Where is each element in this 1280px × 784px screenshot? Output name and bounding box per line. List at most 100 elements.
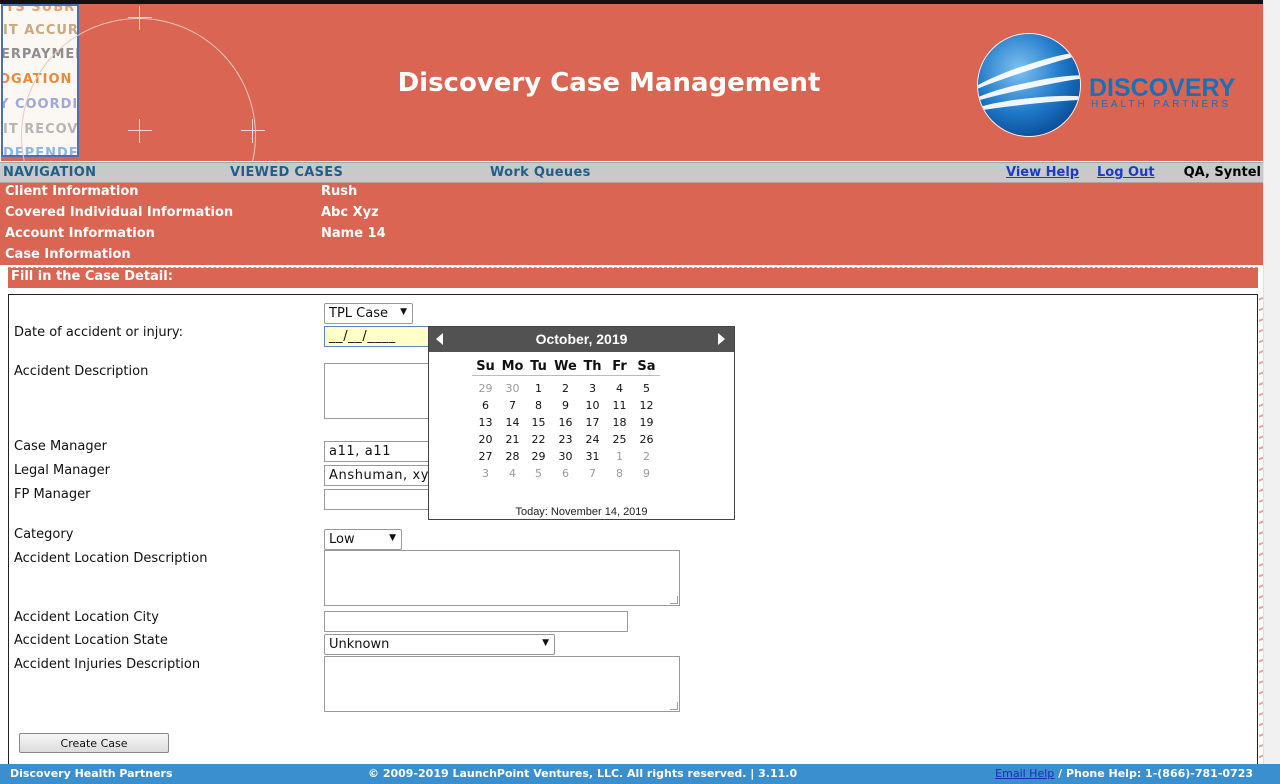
calendar-weekday: Tu: [525, 359, 552, 376]
calendar-day[interactable]: 12: [633, 399, 660, 412]
calendar-day[interactable]: 24: [579, 433, 606, 446]
create-case-button[interactable]: Create Case: [19, 733, 169, 753]
calendar-today-link[interactable]: Today: November 14, 2019: [429, 506, 734, 518]
case-manager-input[interactable]: a11, a11: [324, 441, 430, 462]
injuries-description-label: Accident Injuries Description: [14, 657, 201, 672]
date-of-accident-input[interactable]: __/__/____: [324, 326, 430, 347]
accident-description-textarea[interactable]: [324, 363, 430, 419]
nav-navigation[interactable]: NAVIGATION: [3, 165, 96, 180]
chevron-down-icon: ▼: [542, 638, 549, 648]
chevron-down-icon: ▼: [400, 307, 407, 317]
email-help-link[interactable]: Email Help: [995, 767, 1054, 780]
calendar-day[interactable]: 14: [499, 416, 526, 429]
calendar-day[interactable]: 13: [472, 416, 499, 429]
category-select[interactable]: Low ▼: [324, 529, 402, 550]
calendar-day[interactable]: 19: [633, 416, 660, 429]
calendar-day[interactable]: 10: [579, 399, 606, 412]
case-type-select[interactable]: TPL Case ▼: [324, 303, 413, 324]
category-value: Low: [329, 532, 355, 547]
log-out-link[interactable]: Log Out: [1097, 165, 1155, 180]
calendar-weekday: Fr: [606, 359, 633, 376]
legal-manager-input[interactable]: Anshuman, xyz: [324, 465, 430, 486]
nav-viewed-cases[interactable]: VIEWED CASES: [230, 165, 343, 180]
calendar-day[interactable]: 28: [499, 450, 526, 463]
calendar-day[interactable]: 4: [499, 467, 526, 480]
calendar-day[interactable]: 18: [606, 416, 633, 429]
calendar-day[interactable]: 16: [552, 416, 579, 429]
next-month-icon[interactable]: [718, 333, 725, 345]
prev-month-icon[interactable]: [436, 333, 443, 345]
calendar-day[interactable]: 23: [552, 433, 579, 446]
calendar-day[interactable]: 17: [579, 416, 606, 429]
calendar-day[interactable]: 2: [552, 382, 579, 395]
brand-subtitle: HEALTH PARTNERS: [1091, 99, 1232, 110]
calendar-day[interactable]: 27: [472, 450, 499, 463]
calendar-day[interactable]: 1: [606, 450, 633, 463]
legal-manager-label: Legal Manager: [14, 463, 110, 478]
covered-individual-link[interactable]: Covered Individual Information: [5, 205, 233, 220]
injuries-description-textarea[interactable]: [324, 656, 680, 712]
case-manager-label: Case Manager: [14, 439, 107, 454]
location-state-label: Accident Location State: [14, 633, 168, 648]
calendar-day[interactable]: 8: [525, 399, 552, 412]
calendar-weekday: Th: [579, 359, 606, 376]
calendar-header: October, 2019: [429, 327, 734, 352]
location-description-textarea[interactable]: [324, 550, 680, 606]
view-help-link[interactable]: View Help: [1006, 165, 1079, 180]
calendar-day[interactable]: 30: [499, 382, 526, 395]
calendar-day[interactable]: 5: [525, 467, 552, 480]
date-picker-calendar: October, 2019 Today: November 14, 2019 S…: [428, 326, 735, 520]
account-info-link[interactable]: Account Information: [5, 226, 155, 241]
case-info-link[interactable]: Case Information: [5, 247, 131, 262]
logo-word: IT ACCURA: [3, 23, 79, 38]
calendar-day[interactable]: 29: [525, 450, 552, 463]
location-state-select[interactable]: Unknown ▼: [324, 634, 555, 655]
vertical-scrollbar[interactable]: [1263, 0, 1280, 764]
fp-manager-label: FP Manager: [14, 487, 91, 502]
calendar-day[interactable]: 7: [579, 467, 606, 480]
case-info-panel: Client Information Rush Covered Individu…: [0, 183, 1263, 265]
section-title: Fill in the Case Detail:: [8, 268, 1258, 288]
calendar-day[interactable]: 11: [606, 399, 633, 412]
calendar-day[interactable]: 30: [552, 450, 579, 463]
chevron-down-icon: ▼: [389, 533, 396, 543]
resize-handle-icon[interactable]: [670, 596, 678, 604]
calendar-day[interactable]: 26: [633, 433, 660, 446]
calendar-day[interactable]: 3: [579, 382, 606, 395]
calendar-day[interactable]: 7: [499, 399, 526, 412]
fp-manager-input[interactable]: [324, 489, 430, 510]
calendar-day[interactable]: 6: [552, 467, 579, 480]
client-info-value: Rush: [321, 184, 358, 199]
calendar-day[interactable]: 8: [606, 467, 633, 480]
calendar-day[interactable]: 20: [472, 433, 499, 446]
calendar-day[interactable]: 2: [633, 450, 660, 463]
calendar-day[interactable]: 3: [472, 467, 499, 480]
calendar-day[interactable]: 9: [552, 399, 579, 412]
calendar-day[interactable]: 15: [525, 416, 552, 429]
nav-work-queues[interactable]: Work Queues: [490, 165, 591, 180]
client-info-link[interactable]: Client Information: [5, 184, 139, 199]
page-footer: Discovery Health Partners © 2009-2019 La…: [0, 764, 1280, 784]
case-type-value: TPL Case: [329, 306, 388, 321]
account-info-value: Name 14: [321, 226, 386, 241]
calendar-day[interactable]: 29: [472, 382, 499, 395]
accident-description-label: Accident Description: [14, 364, 149, 379]
calendar-day[interactable]: 9: [633, 467, 660, 480]
calendar-day[interactable]: 6: [472, 399, 499, 412]
location-description-label: Accident Location Description: [14, 551, 208, 566]
covered-individual-value: Abc Xyz: [321, 205, 379, 220]
resize-handle-icon[interactable]: [670, 702, 678, 710]
calendar-day[interactable]: 22: [525, 433, 552, 446]
crosshair-icon: [128, 119, 152, 143]
calendar-day[interactable]: 25: [606, 433, 633, 446]
phone-help-text: / Phone Help: 1-(866)-781-0723: [1054, 767, 1253, 780]
calendar-day[interactable]: 31: [579, 450, 606, 463]
app-title: Discovery Case Management: [397, 68, 821, 98]
calendar-day[interactable]: 21: [499, 433, 526, 446]
calendar-day[interactable]: 1: [525, 382, 552, 395]
location-city-input[interactable]: [324, 611, 628, 632]
calendar-day[interactable]: 4: [606, 382, 633, 395]
calendar-day[interactable]: 5: [633, 382, 660, 395]
calendar-weekday: Sa: [633, 359, 660, 376]
location-city-label: Accident Location City: [14, 610, 159, 625]
